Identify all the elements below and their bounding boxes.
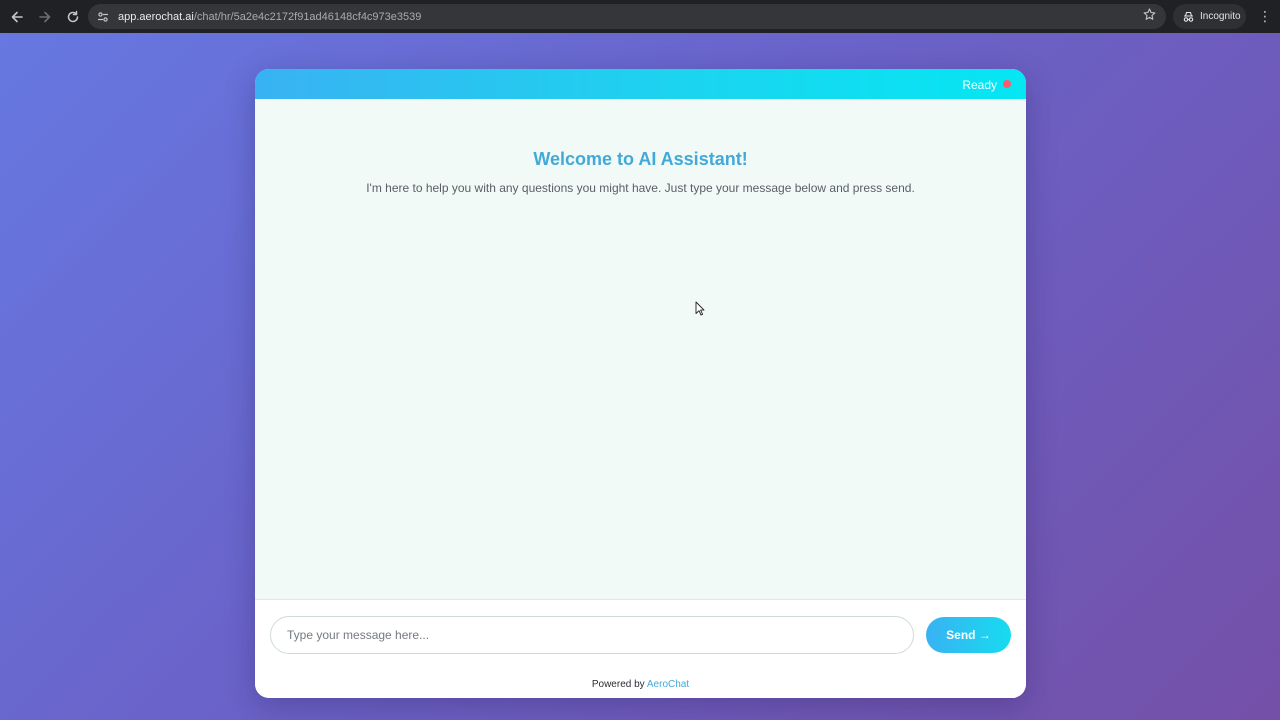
status-text: Ready	[962, 78, 997, 92]
powered-brand-link[interactable]: AeroChat	[647, 679, 689, 690]
back-arrow-icon[interactable]	[4, 4, 30, 30]
message-composer: Send → Powered by AeroChat	[255, 599, 1026, 698]
powered-prefix: Powered by	[591, 679, 645, 690]
send-button[interactable]: Send →	[926, 617, 1011, 653]
url-host: app.aerochat.ai	[118, 10, 194, 23]
url-text: app.aerochat.ai/chat/hr/5a2e4c2172f91ad4…	[118, 11, 421, 23]
message-input[interactable]	[270, 616, 914, 654]
welcome-text: I'm here to help you with any questions …	[366, 181, 915, 195]
bookmark-star-icon[interactable]	[1143, 8, 1156, 24]
browser-toolbar: app.aerochat.ai/chat/hr/5a2e4c2172f91ad4…	[0, 0, 1280, 33]
chat-window: Ready Welcome to AI Assistant! I'm here …	[255, 69, 1026, 698]
welcome-section: Welcome to AI Assistant! I'm here to hel…	[255, 149, 1026, 195]
incognito-label: Incognito	[1200, 11, 1241, 22]
powered-by-footer: Powered by AeroChat	[255, 679, 1026, 690]
send-label: Send →	[946, 628, 991, 642]
site-settings-icon[interactable]	[94, 8, 112, 26]
address-bar[interactable]: app.aerochat.ai/chat/hr/5a2e4c2172f91ad4…	[88, 4, 1166, 29]
url-path: /chat/hr/5a2e4c2172f91ad46148cf4c973e353…	[193, 10, 422, 23]
chat-header: Ready	[255, 69, 1026, 99]
forward-arrow-icon[interactable]	[32, 4, 58, 30]
more-menu-icon[interactable]: ⋮	[1258, 7, 1272, 25]
status-indicator-dot	[1003, 80, 1011, 88]
reload-icon[interactable]	[60, 4, 86, 30]
welcome-title: Welcome to AI Assistant!	[533, 149, 748, 169]
incognito-indicator[interactable]: Incognito	[1173, 4, 1246, 29]
incognito-icon	[1182, 11, 1195, 23]
mouse-pointer-icon	[695, 301, 705, 321]
